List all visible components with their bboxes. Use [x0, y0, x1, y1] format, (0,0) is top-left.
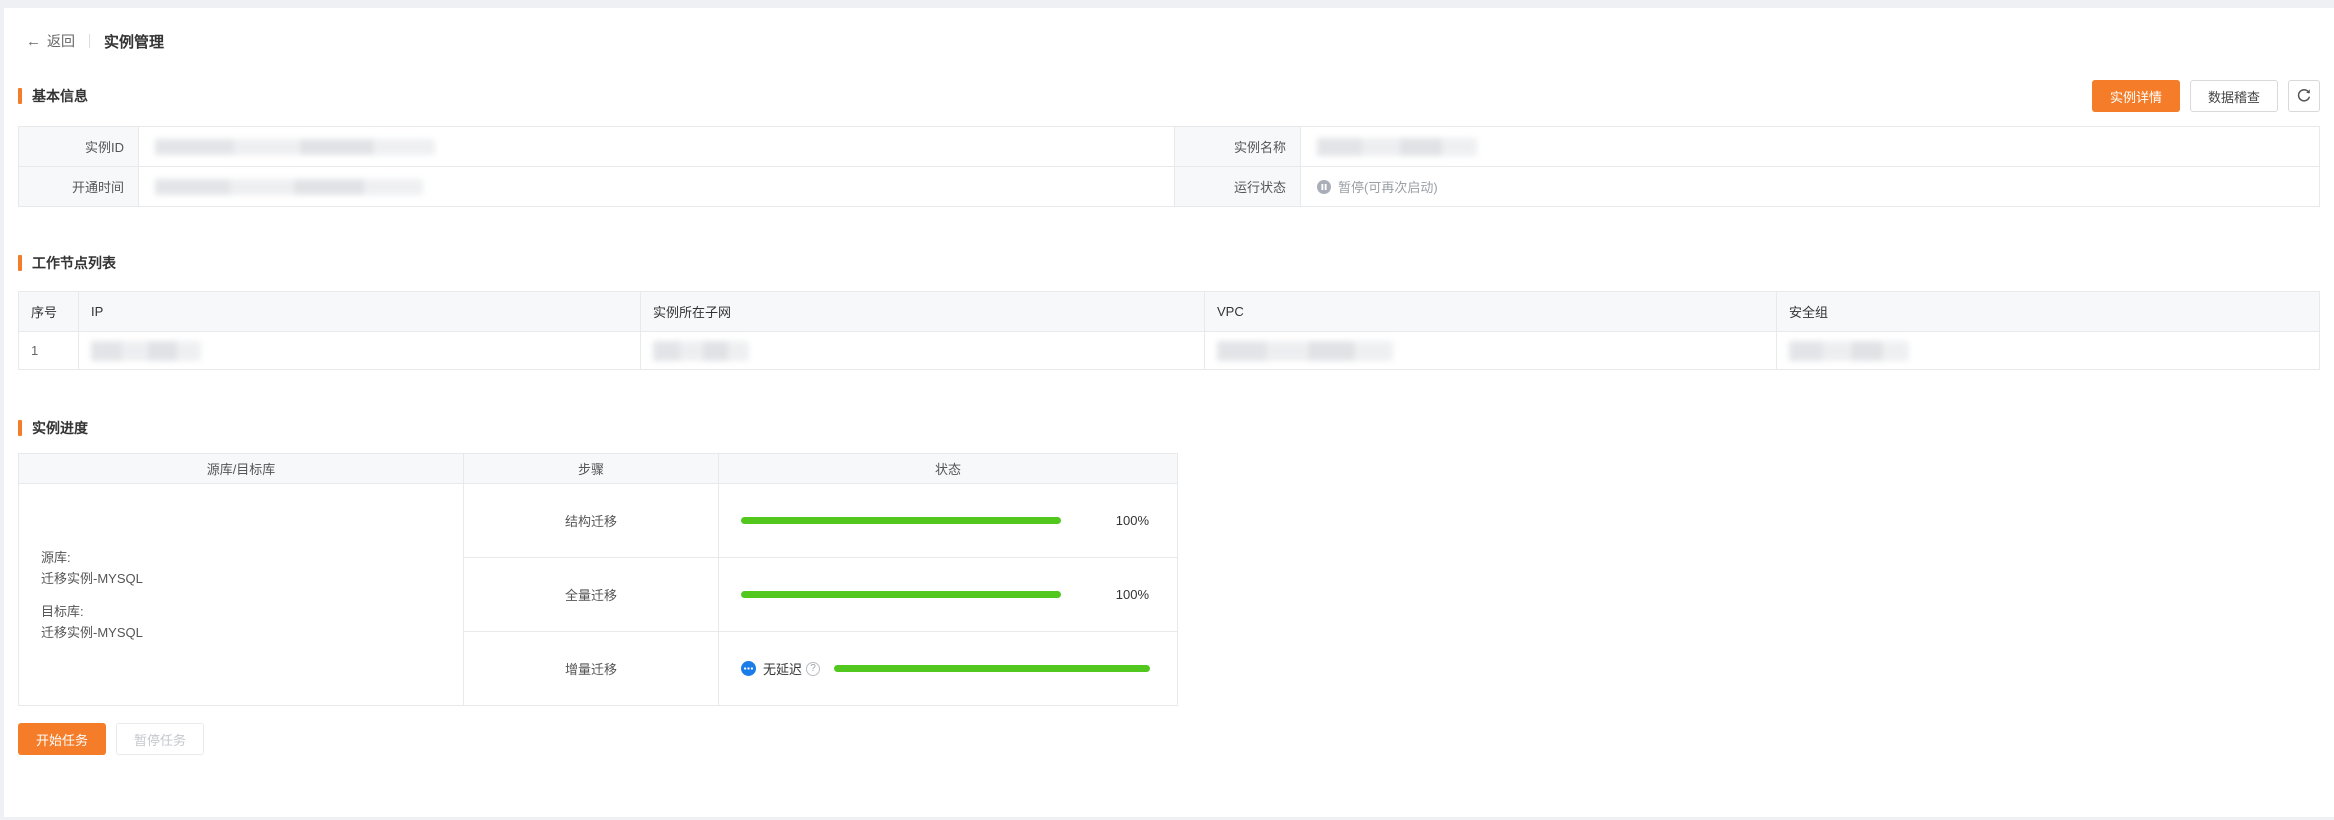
basic-info-title-text: 基本信息 [32, 88, 88, 104]
breadcrumb: ← 返回 实例管理 [26, 30, 2320, 52]
basic-info-table: 实例ID 实例名称 开通时间 运行状态 暂停(可再次启动) [18, 126, 2320, 207]
instance-name-label: 实例名称 [1174, 126, 1301, 167]
content-card: ← 返回 实例管理 基本信息 实例详情 数据稽查 实例ID 实例名称 开通时间 … [4, 8, 2334, 817]
open-time-label: 开通时间 [18, 166, 139, 207]
progress-bar [741, 591, 1061, 598]
progress-bar [741, 517, 1061, 524]
start-task-button[interactable]: 开始任务 [18, 723, 107, 755]
progress-table: 源库/目标库 步骤 状态 源库: 迁移实例-MYSQL 目标库: 迁移实例-MY… [18, 453, 1178, 706]
col-index: 序号 [18, 291, 79, 332]
help-icon[interactable] [806, 661, 821, 676]
redacted-value [1217, 340, 1393, 361]
node-index: 1 [18, 331, 79, 370]
node-subnet [640, 331, 1205, 370]
col-security-group: 安全组 [1776, 291, 2320, 332]
structure-migration-status: 100% [718, 483, 1178, 558]
col-subnet: 实例所在子网 [640, 291, 1205, 332]
table-row: 开通时间 运行状态 暂停(可再次启动) [18, 166, 2320, 207]
col-vpc: VPC [1204, 291, 1777, 332]
refresh-icon [2296, 88, 2312, 104]
basic-info-title: 基本信息 [18, 86, 88, 106]
col-step: 步骤 [463, 453, 719, 484]
full-migration-status: 100% [718, 557, 1178, 632]
db-info-cell: 源库: 迁移实例-MYSQL 目标库: 迁移实例-MYSQL [18, 483, 464, 706]
redacted-value [653, 340, 749, 361]
back-label: 返回 [47, 33, 75, 49]
section-accent-bar [18, 420, 22, 436]
nav-divider [89, 34, 90, 48]
task-actions: 开始任务 暂停任务 [18, 723, 2320, 755]
progress-percent: 100% [1115, 513, 1149, 528]
run-status-value: 暂停(可再次启动) [1300, 166, 2320, 207]
col-status: 状态 [718, 453, 1178, 484]
refresh-button[interactable] [2288, 80, 2320, 112]
page-title: 实例管理 [104, 33, 165, 51]
target-db-value: 迁移实例-MYSQL [41, 624, 143, 640]
table-row: 1 [18, 331, 2320, 370]
section-accent-bar [18, 255, 22, 271]
header-actions: 实例详情 数据稽查 [2091, 80, 2320, 112]
redacted-value [1789, 340, 1909, 361]
progress-header: 实例进度 [18, 418, 2320, 438]
progress-title: 实例进度 [18, 418, 88, 438]
node-ip [78, 331, 641, 370]
progress-bar [834, 665, 1150, 672]
table-row: 源库: 迁移实例-MYSQL 目标库: 迁移实例-MYSQL 结构迁移 100% [18, 483, 1178, 706]
col-ip: IP [78, 291, 641, 332]
table-header-row: 源库/目标库 步骤 状态 [18, 453, 1178, 484]
redacted-value [1317, 137, 1477, 156]
worker-nodes-title-text: 工作节点列表 [32, 255, 116, 271]
pause-task-button[interactable]: 暂停任务 [116, 723, 205, 755]
worker-nodes-table: 序号 IP 实例所在子网 VPC 安全组 1 [18, 291, 2320, 370]
section-accent-bar [18, 88, 22, 104]
basic-info-header: 基本信息 实例详情 数据稽查 [18, 80, 2320, 112]
node-vpc [1204, 331, 1777, 370]
running-icon [741, 661, 756, 676]
run-status-text: 暂停(可再次启动) [1338, 180, 1438, 195]
target-db-label: 目标库: [41, 603, 84, 619]
instance-id-label: 实例ID [18, 126, 139, 167]
redacted-value [91, 340, 201, 361]
back-link[interactable]: ← 返回 [26, 31, 75, 51]
source-db-label: 源库: [41, 549, 71, 565]
step-incremental-migration: 增量迁移 [463, 631, 719, 706]
table-header-row: 序号 IP 实例所在子网 VPC 安全组 [18, 291, 2320, 332]
instance-detail-button[interactable]: 实例详情 [2091, 80, 2180, 112]
progress-percent: 100% [1115, 587, 1149, 602]
worker-nodes-header: 工作节点列表 [18, 253, 2320, 273]
col-source-target-db: 源库/目标库 [18, 453, 464, 484]
redacted-value [155, 178, 423, 195]
incremental-migration-status: 无延迟 [718, 631, 1178, 706]
redacted-value [155, 138, 435, 155]
source-db-value: 迁移实例-MYSQL [41, 570, 143, 586]
step-full-migration: 全量迁移 [463, 557, 719, 632]
run-status-label: 运行状态 [1174, 166, 1301, 207]
progress-title-text: 实例进度 [32, 420, 88, 436]
back-arrow-icon: ← [26, 32, 41, 50]
data-audit-button[interactable]: 数据稽查 [2189, 80, 2278, 112]
table-row: 实例ID 实例名称 [18, 126, 2320, 167]
pause-status-icon [1317, 179, 1338, 194]
node-security-group [1776, 331, 2320, 370]
instance-name-value [1300, 126, 2320, 167]
worker-nodes-title: 工作节点列表 [18, 253, 116, 273]
instance-id-value [138, 126, 1175, 167]
step-structure-migration: 结构迁移 [463, 483, 719, 558]
open-time-value [138, 166, 1175, 207]
delay-status-text: 无延迟 [763, 662, 803, 677]
